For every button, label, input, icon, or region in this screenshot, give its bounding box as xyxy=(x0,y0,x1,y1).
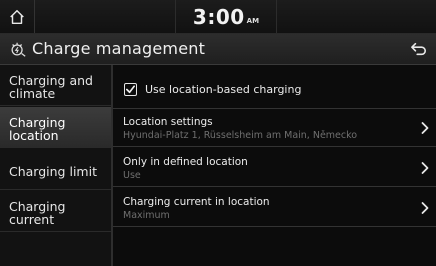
back-arrow-icon xyxy=(411,42,427,56)
location-settings-row[interactable]: Location settings Hyundai-Platz 1, Rüsse… xyxy=(113,109,436,147)
charge-management-icon xyxy=(11,42,26,57)
sidebar-item-charging-current[interactable]: Charging current xyxy=(0,191,111,232)
setting-title: Charging current in location xyxy=(123,196,270,208)
sidebar-item-charging-location[interactable]: Charging location xyxy=(0,107,111,148)
setting-title: Only in defined location xyxy=(123,156,248,168)
sidebar-item-label: Charging current xyxy=(9,199,66,227)
setting-title: Location settings xyxy=(123,116,213,128)
sidebar-item-label: Charging location xyxy=(9,115,66,143)
chevron-right-icon xyxy=(421,162,429,174)
chevron-right-icon xyxy=(421,202,429,214)
clock-ampm: AM xyxy=(246,16,260,25)
clock: 3:00 AM xyxy=(175,0,277,33)
only-in-defined-location-row[interactable]: Only in defined location Use xyxy=(113,149,436,187)
back-button[interactable] xyxy=(402,34,436,64)
sidebar-item-label: Charging limit xyxy=(9,163,97,179)
status-bar: 3:00 AM xyxy=(0,0,436,34)
setting-value: Use xyxy=(123,170,141,181)
main-content: Use location-based charging Location set… xyxy=(113,65,436,266)
chevron-right-icon xyxy=(421,122,429,134)
home-button[interactable] xyxy=(0,0,35,33)
clock-time: 3:00 xyxy=(192,4,245,29)
setting-value: Maximum xyxy=(123,210,170,221)
sidebar: Charging and climate Charging location C… xyxy=(0,65,113,266)
sidebar-item-charging-limit[interactable]: Charging limit xyxy=(0,149,111,190)
page-title: Charge management xyxy=(32,39,206,58)
setting-value: Hyundai-Platz 1, Rüsselsheim am Main, Ně… xyxy=(123,130,358,141)
sidebar-item-label: Charging and climate xyxy=(9,73,93,101)
title-bar: Charge management xyxy=(0,34,436,65)
checkmark-icon xyxy=(126,84,135,93)
checkbox[interactable] xyxy=(124,82,137,96)
location-based-charging-toggle[interactable]: Use location-based charging xyxy=(113,70,436,109)
checkbox-label: Use location-based charging xyxy=(145,82,302,96)
sidebar-item-charging-and-climate[interactable]: Charging and climate xyxy=(0,65,111,106)
home-icon xyxy=(10,9,24,24)
charging-current-in-location-row[interactable]: Charging current in location Maximum xyxy=(113,189,436,227)
